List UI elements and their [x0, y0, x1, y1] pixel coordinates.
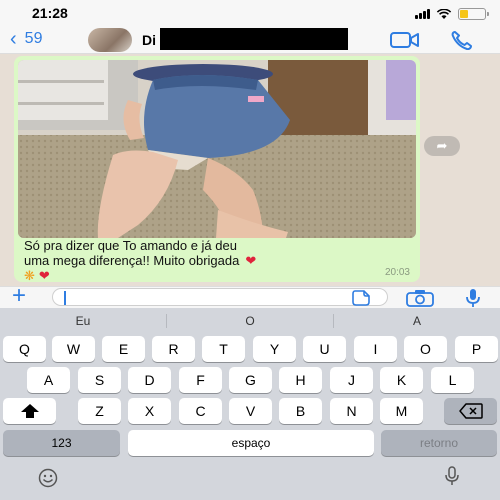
message-input[interactable] [52, 288, 388, 306]
wifi-icon [436, 8, 452, 19]
suggestion-2[interactable]: O [167, 314, 333, 328]
contact-name[interactable]: Di [142, 32, 156, 48]
phone-call-icon[interactable] [450, 30, 474, 50]
message-bubble[interactable]: Só pra dizer que To amando e já deu uma … [14, 56, 420, 283]
backspace-icon [458, 403, 483, 419]
microphone-icon[interactable] [464, 288, 482, 308]
sticker-icon[interactable] [352, 290, 370, 306]
key-o[interactable]: O [404, 336, 447, 362]
key-a[interactable]: A [27, 367, 70, 393]
space-key[interactable]: espaço [128, 430, 374, 456]
back-button[interactable]: ‹ 59 [10, 28, 43, 50]
key-m[interactable]: M [380, 398, 423, 424]
key-s[interactable]: S [78, 367, 121, 393]
key-u[interactable]: U [303, 336, 346, 362]
message-time: 20:03 [384, 267, 410, 278]
key-r[interactable]: R [152, 336, 195, 362]
plus-icon[interactable]: + [12, 284, 26, 308]
key-f[interactable]: F [179, 367, 222, 393]
key-c[interactable]: C [179, 398, 222, 424]
suggestion-1[interactable]: Eu [0, 314, 166, 328]
message-text: Só pra dizer que To amando e já deu uma … [24, 238, 414, 283]
key-w[interactable]: W [52, 336, 95, 362]
dictation-icon[interactable] [442, 466, 462, 486]
key-z[interactable]: Z [78, 398, 121, 424]
key-e[interactable]: E [102, 336, 145, 362]
unread-count: 59 [24, 30, 43, 47]
emoji-row: ❋ ❤ [24, 268, 414, 283]
redaction-bar [160, 28, 348, 50]
chat-area[interactable]: Só pra dizer que To amando e já deu uma … [0, 54, 500, 286]
emoji-icon[interactable] [38, 468, 58, 488]
key-i[interactable]: I [354, 336, 397, 362]
key-y[interactable]: Y [253, 336, 296, 362]
return-key[interactable]: retorno [381, 430, 497, 456]
key-p[interactable]: P [455, 336, 498, 362]
key-v[interactable]: V [229, 398, 272, 424]
key-k[interactable]: K [380, 367, 423, 393]
keyboard: Eu O A Q W E R T Y U I O P A S D F G H J… [0, 308, 500, 500]
gift-emoji-icon: ❋ [24, 268, 35, 283]
contact-avatar[interactable] [88, 28, 132, 52]
forward-icon[interactable]: ➦ [424, 136, 460, 156]
suggestion-bar: Eu O A [0, 308, 500, 334]
key-d[interactable]: D [128, 367, 171, 393]
key-g[interactable]: G [229, 367, 272, 393]
key-b[interactable]: B [279, 398, 322, 424]
heart-emoji-icon-2: ❤ [38, 268, 50, 283]
heart-emoji-icon: ❤ [245, 253, 257, 268]
key-n[interactable]: N [330, 398, 373, 424]
key-x[interactable]: X [128, 398, 171, 424]
signal-icon [415, 9, 430, 19]
message-line-2-row: uma mega diferença!! Muito obrigada ❤ [24, 253, 414, 268]
numbers-key[interactable]: 123 [3, 430, 120, 456]
back-chevron-icon: ‹ [10, 28, 17, 50]
status-time: 21:28 [32, 5, 68, 21]
suggestion-3[interactable]: A [334, 314, 500, 328]
status-icons [415, 8, 489, 20]
backspace-key[interactable] [444, 398, 497, 424]
shift-icon [20, 404, 39, 418]
video-call-icon[interactable] [390, 31, 420, 49]
key-l[interactable]: L [431, 367, 474, 393]
key-t[interactable]: T [202, 336, 245, 362]
message-line-1: Só pra dizer que To amando e já deu [24, 238, 237, 253]
camera-icon[interactable] [406, 289, 434, 307]
shift-key[interactable] [3, 398, 56, 424]
key-h[interactable]: H [279, 367, 322, 393]
chat-header: ‹ 59 Di [0, 26, 500, 54]
status-bar: 21:28 [0, 0, 500, 26]
battery-icon [458, 8, 489, 20]
photo-content [18, 60, 416, 238]
text-caret [64, 291, 66, 305]
message-input-bar: + [0, 284, 500, 308]
key-j[interactable]: J [330, 367, 373, 393]
message-line-2: uma mega diferença!! Muito obrigada [24, 253, 240, 268]
key-q[interactable]: Q [3, 336, 46, 362]
message-photo[interactable] [18, 60, 416, 238]
